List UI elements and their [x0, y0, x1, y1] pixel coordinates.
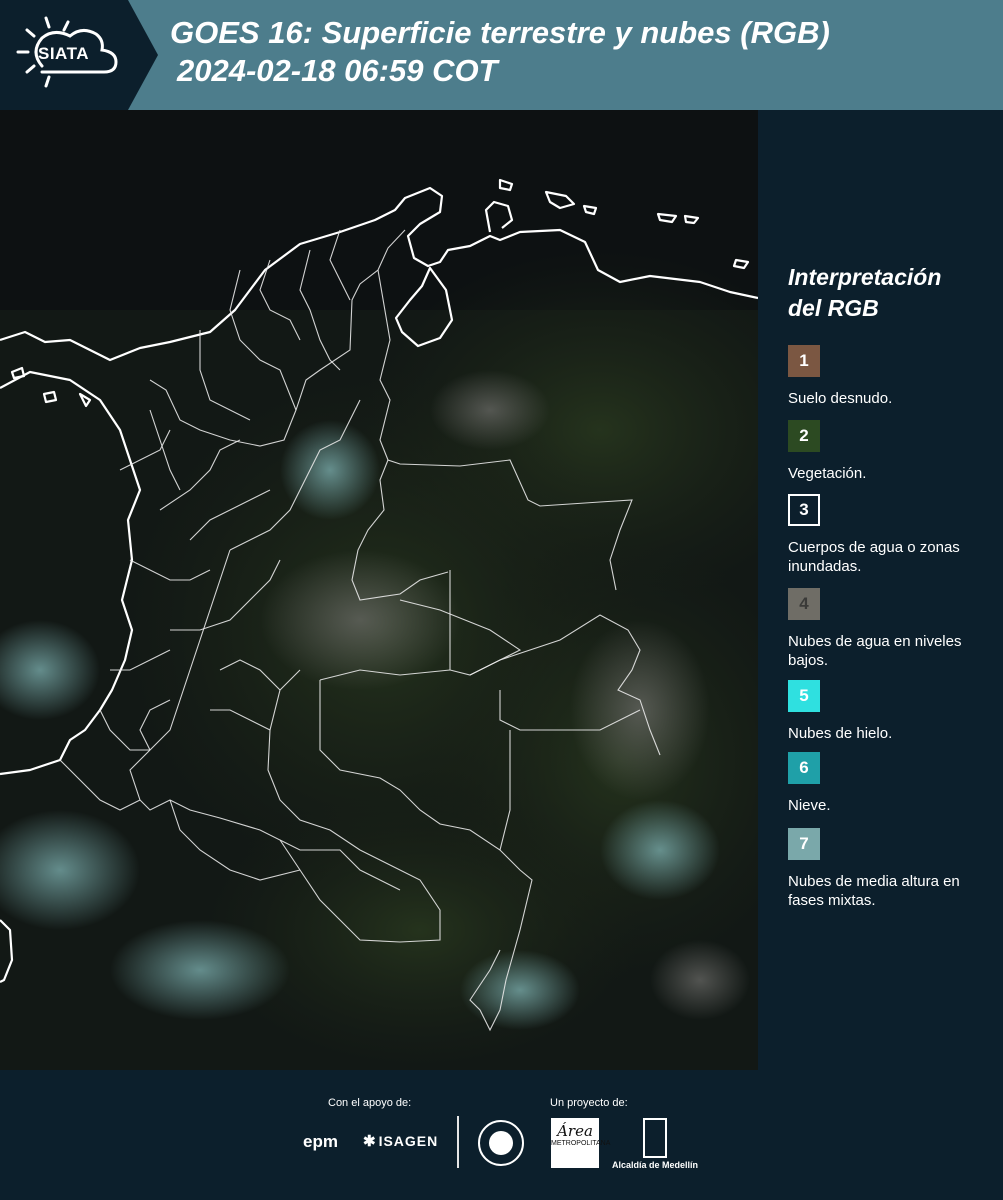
legend-label-7: Nubes de media altura en fases mixtas.	[788, 873, 960, 909]
legend-item-4: 4 Nubes de agua en niveles bajos.	[788, 588, 988, 670]
support-label: Con el apoyo de:	[328, 1097, 412, 1109]
legend-item-7: 7 Nubes de media altura en fases mixtas.	[788, 828, 988, 910]
title-line-2: 2024-02-18 06:59 COT	[177, 53, 498, 88]
legend-title-line-2: del RGB	[788, 295, 879, 321]
legend-swatch-1: 1	[788, 345, 820, 377]
alcaldia-logo-label: Alcaldía de Medellín	[612, 1160, 699, 1170]
legend-swatch-2: 2	[788, 420, 820, 452]
legend-label-5: Nubes de hielo.	[788, 725, 893, 742]
legend-item-5: 5 Nubes de hielo.	[788, 680, 988, 743]
page-title: GOES 16: Superficie terrestre y nubes (R…	[170, 14, 830, 90]
legend-swatch-3: 3	[788, 494, 820, 526]
legend-swatch-7: 7	[788, 828, 820, 860]
isagen-star-icon: ✱	[363, 1133, 377, 1150]
logo-background: SIATA	[0, 0, 160, 110]
isagen-logo-text: ISAGEN	[378, 1133, 439, 1149]
legend-label-2: Vegetación.	[788, 465, 867, 482]
siata-logo: SIATA	[38, 44, 89, 63]
legend-item-2: 2 Vegetación.	[788, 420, 988, 483]
university-seal-icon	[478, 1120, 524, 1166]
legend-title: Interpretación del RGB	[788, 262, 988, 324]
legend-swatch-6: 6	[788, 752, 820, 784]
area-logo-title: Área	[557, 1122, 593, 1140]
footer-divider	[457, 1116, 459, 1168]
alcaldia-shield-icon	[643, 1118, 667, 1158]
legend-item-1: 1 Suelo desnudo.	[788, 345, 988, 408]
legend-item-6: 6 Nieve.	[788, 752, 988, 815]
area-logo-subtitle: METROPOLITANA	[551, 1140, 611, 1147]
legend-title-line-1: Interpretación	[788, 264, 942, 290]
legend-panel: Interpretación del RGB 1 Suelo desnudo. …	[758, 110, 1003, 1070]
project-label: Un proyecto de:	[550, 1097, 628, 1109]
satellite-map	[0, 110, 758, 1070]
header-bar: SIATA GOES 16: Superficie terrestre y nu…	[0, 0, 1003, 110]
legend-swatch-4: 4	[788, 588, 820, 620]
isagen-logo: ✱ ISAGEN	[363, 1132, 438, 1150]
epm-logo: epm	[303, 1132, 338, 1151]
legend-label-1: Suelo desnudo.	[788, 390, 893, 407]
legend-label-3: Cuerpos de agua o zonas inundadas.	[788, 539, 960, 575]
area-metropolitana-logo: Área METROPOLITANA	[551, 1118, 610, 1168]
title-line-1: GOES 16: Superficie terrestre y nubes (R…	[170, 15, 830, 50]
legend-label-6: Nieve.	[788, 797, 831, 814]
legend-swatch-5: 5	[788, 680, 820, 712]
legend-label-4: Nubes de agua en niveles bajos.	[788, 633, 962, 669]
footer: Con el apoyo de: Un proyecto de: epm ✱ IS…	[0, 1070, 1003, 1200]
legend-item-3: 3 Cuerpos de agua o zonas inundadas.	[788, 494, 988, 576]
